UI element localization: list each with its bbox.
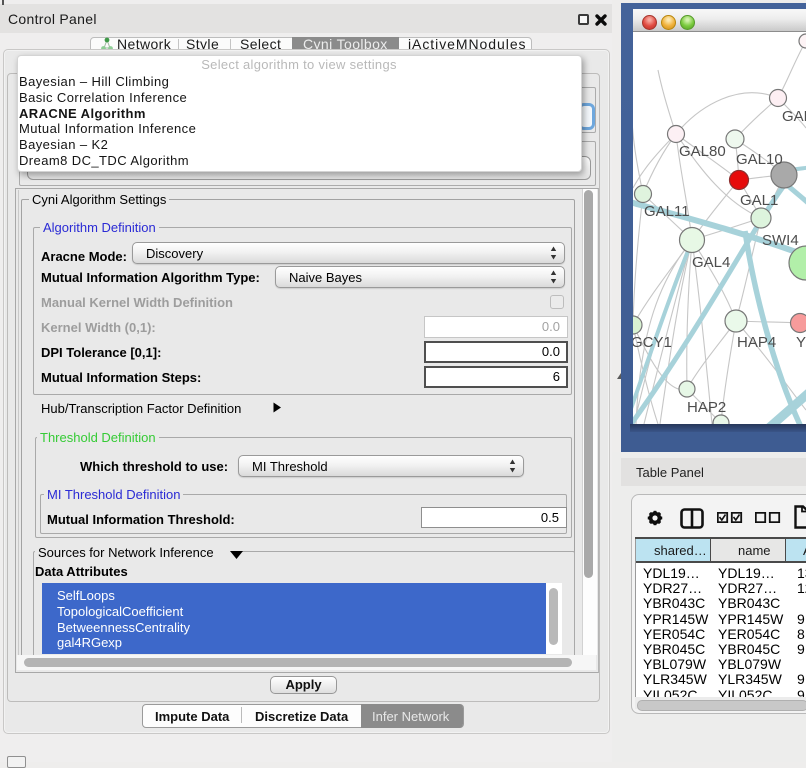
svg-text:Y: Y bbox=[796, 334, 806, 351]
svg-text:GAL2: GAL2 bbox=[782, 108, 806, 125]
svg-text:GCY1: GCY1 bbox=[633, 334, 672, 351]
svg-text:GAL4: GAL4 bbox=[692, 254, 730, 271]
svg-text:GAL1: GAL1 bbox=[740, 192, 778, 209]
svg-text:SWI4: SWI4 bbox=[762, 232, 799, 249]
svg-text:HAP2: HAP2 bbox=[687, 399, 726, 416]
svg-text:GAL80: GAL80 bbox=[679, 143, 726, 160]
svg-text:HAP4: HAP4 bbox=[737, 334, 776, 351]
svg-text:GAL10: GAL10 bbox=[736, 151, 783, 168]
svg-text:GAL11: GAL11 bbox=[644, 203, 690, 220]
